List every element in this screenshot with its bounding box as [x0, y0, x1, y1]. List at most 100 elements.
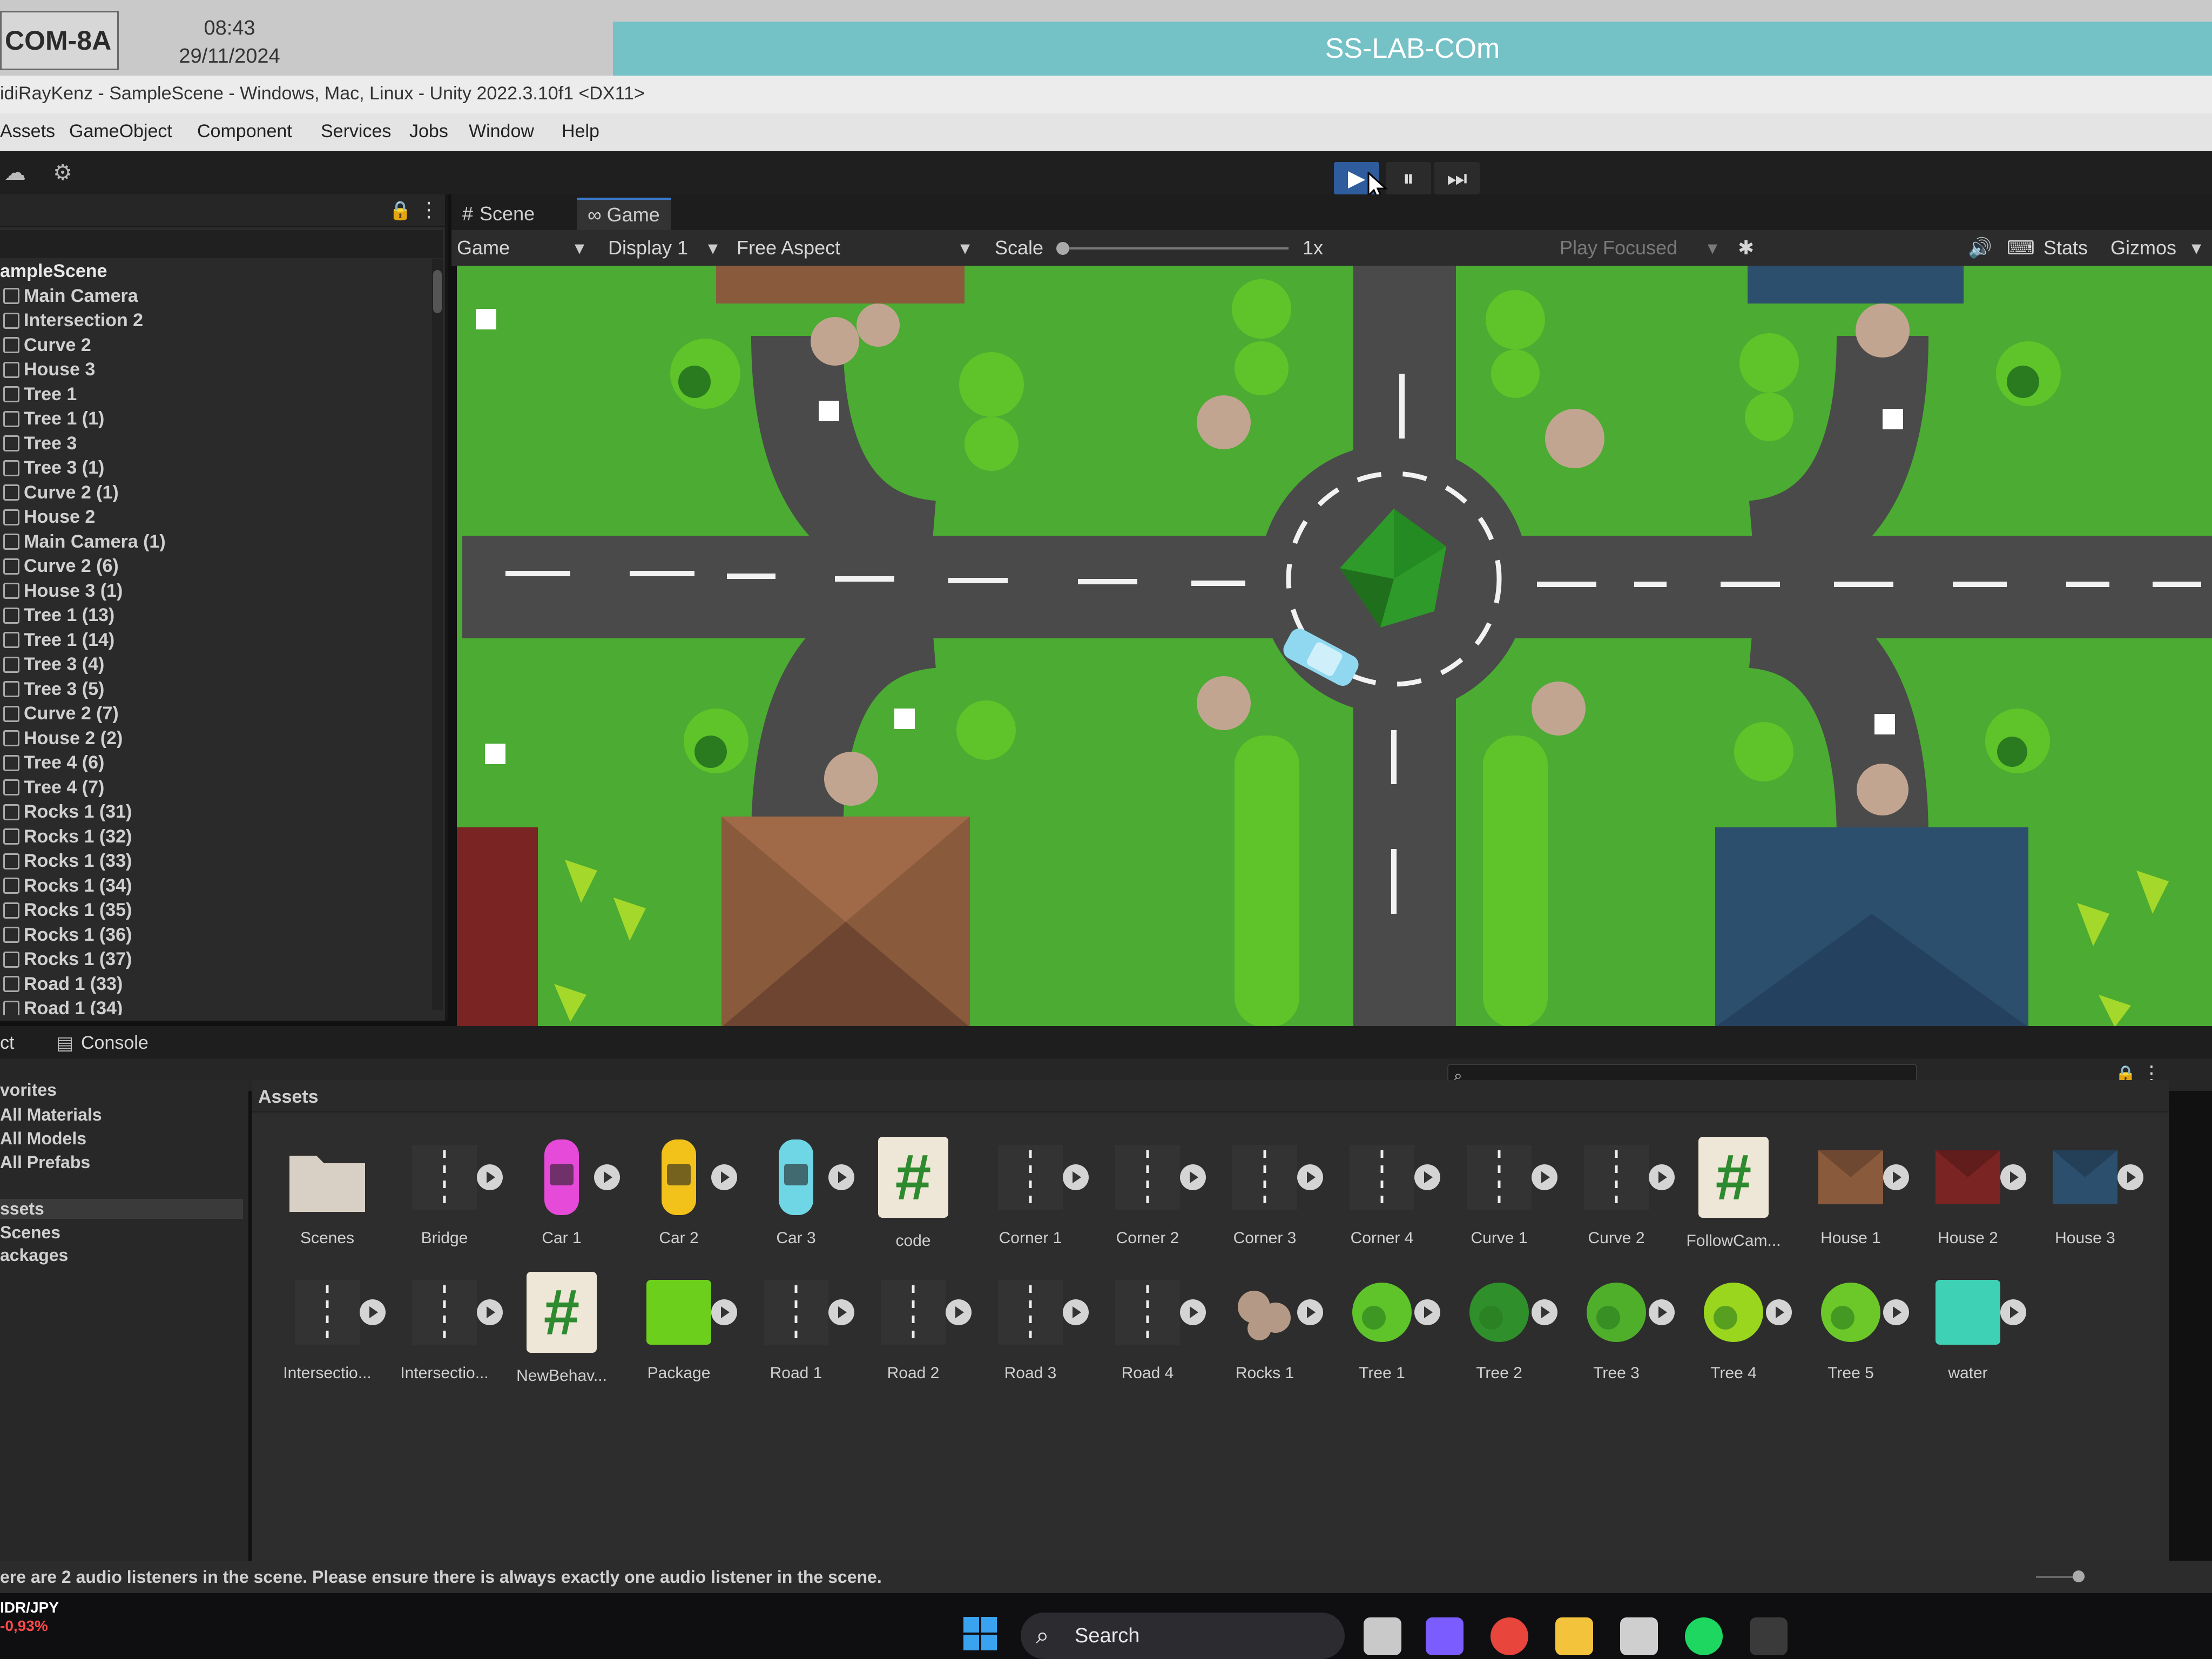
game-view[interactable] [457, 266, 2212, 1027]
menu-window[interactable]: Window [469, 121, 534, 142]
tab-project[interactable]: ct [0, 1033, 14, 1054]
view-dropdown[interactable]: Game [457, 237, 510, 259]
expand-prefab-icon[interactable] [360, 1299, 386, 1325]
expand-prefab-icon[interactable] [477, 1164, 503, 1190]
hierarchy-item[interactable]: Road 1 (34) [0, 996, 443, 1015]
asset-tile[interactable]: Tree 5 [1797, 1269, 1909, 1382]
expand-prefab-icon[interactable] [2000, 1299, 2026, 1325]
asset-tile[interactable]: Corner 1 [976, 1134, 1089, 1247]
tab-console[interactable]: Console [81, 1033, 149, 1054]
expand-prefab-icon[interactable] [1532, 1299, 1557, 1325]
keyboard-icon[interactable]: ⌨ [2007, 237, 2035, 259]
hierarchy-item[interactable]: Rocks 1 (33) [0, 849, 443, 874]
hierarchy-item[interactable]: Main Camera [0, 284, 443, 309]
asset-tile[interactable]: Curve 2 [1562, 1134, 1675, 1247]
hierarchy-item[interactable]: Rocks 1 (37) [0, 947, 443, 972]
hierarchy-item[interactable]: Intersection 2 [0, 308, 443, 333]
expand-prefab-icon[interactable] [828, 1164, 854, 1190]
expand-prefab-icon[interactable] [1883, 1299, 1909, 1325]
menu-assets[interactable]: Assets [0, 121, 55, 142]
expand-prefab-icon[interactable] [711, 1299, 737, 1325]
more-menu-icon[interactable]: ⋮ [419, 198, 439, 222]
asset-tile[interactable]: Road 2 [859, 1269, 972, 1382]
asset-tile[interactable]: Car 1 [508, 1134, 620, 1247]
asset-tile[interactable]: Tree 2 [1445, 1269, 1557, 1382]
asset-tile[interactable]: Car 3 [742, 1134, 854, 1247]
hierarchy-search-input[interactable] [0, 230, 443, 258]
folder-packages[interactable]: ackages [0, 1245, 68, 1265]
settings-icon[interactable]: ⚙ [48, 159, 78, 187]
step-button[interactable]: ⏭ [1434, 162, 1480, 194]
expand-prefab-icon[interactable] [1532, 1164, 1557, 1190]
fav-all-models[interactable]: All Models [0, 1129, 86, 1149]
hierarchy-item[interactable]: Tree 4 (7) [0, 775, 443, 800]
console-status-bar[interactable]: ere are 2 audio listeners in the scene. … [0, 1561, 2212, 1593]
asset-tile[interactable]: Intersectio... [273, 1269, 386, 1382]
expand-prefab-icon[interactable] [1063, 1299, 1089, 1325]
fav-all-prefabs[interactable]: All Prefabs [0, 1152, 90, 1172]
hierarchy-item[interactable]: Main Camera (1) [0, 530, 443, 555]
copilot-icon[interactable] [1426, 1617, 1464, 1655]
chrome-icon[interactable] [1491, 1617, 1528, 1655]
hierarchy-item[interactable]: Tree 1 (1) [0, 407, 443, 431]
hierarchy-item[interactable]: Tree 1 [0, 382, 443, 407]
lock-icon[interactable]: 🔒 [389, 200, 412, 221]
asset-tile[interactable]: Tree 4 [1680, 1269, 1792, 1382]
spotify-icon[interactable] [1685, 1617, 1723, 1655]
asset-tile[interactable]: Road 1 [742, 1269, 854, 1382]
asset-tile[interactable]: Package [625, 1269, 737, 1382]
cloud-icon[interactable]: ☁ [0, 159, 30, 187]
file-explorer-icon[interactable] [1555, 1617, 1593, 1655]
expand-prefab-icon[interactable] [477, 1299, 503, 1325]
expand-prefab-icon[interactable] [1414, 1164, 1440, 1190]
bug-icon[interactable]: ✱ [1738, 237, 1754, 259]
folder-scenes[interactable]: Scenes [0, 1223, 60, 1243]
hierarchy-item[interactable]: Rocks 1 (32) [0, 825, 443, 849]
scene-root[interactable]: ampleScene [0, 259, 443, 284]
hierarchy-item[interactable]: Tree 1 (13) [0, 603, 443, 628]
hierarchy-item[interactable]: Tree 3 [0, 431, 443, 456]
aspect-dropdown[interactable]: Free Aspect [737, 237, 840, 259]
hierarchy-item[interactable]: House 2 (2) [0, 726, 443, 751]
task-view-icon[interactable] [1364, 1617, 1401, 1655]
zoom-slider-handle[interactable] [2073, 1570, 2085, 1582]
pause-button[interactable]: ⏸ [1386, 162, 1431, 194]
unity-editor-icon[interactable] [1750, 1617, 1788, 1655]
expand-prefab-icon[interactable] [1180, 1164, 1206, 1190]
asset-tile[interactable]: Scenes [273, 1134, 381, 1247]
hierarchy-item[interactable]: House 3 (1) [0, 579, 443, 604]
menu-services[interactable]: Services [321, 121, 391, 142]
asset-tile[interactable]: Corner 3 [1211, 1134, 1323, 1247]
asset-tile[interactable]: Road 4 [1094, 1269, 1206, 1382]
hierarchy-item[interactable]: House 2 [0, 505, 443, 530]
asset-tile[interactable]: House 1 [1797, 1134, 1909, 1247]
hierarchy-item[interactable]: House 3 [0, 358, 443, 382]
expand-prefab-icon[interactable] [1297, 1299, 1323, 1325]
hierarchy-item[interactable]: Tree 4 (6) [0, 751, 443, 775]
asset-tile[interactable]: # FollowCam... [1680, 1134, 1788, 1250]
expand-prefab-icon[interactable] [1297, 1164, 1323, 1190]
unity-hub-icon[interactable] [1620, 1617, 1658, 1655]
menu-component[interactable]: Component [197, 121, 292, 142]
hierarchy-item[interactable]: Rocks 1 (34) [0, 874, 443, 899]
scale-slider[interactable] [1062, 247, 1289, 249]
asset-tile[interactable]: House 3 [2031, 1134, 2143, 1247]
menu-help[interactable]: Help [562, 121, 599, 142]
asset-tile[interactable]: Tree 1 [1328, 1269, 1440, 1382]
hierarchy-item[interactable]: Curve 2 (1) [0, 481, 443, 505]
asset-tile[interactable]: Curve 1 [1445, 1134, 1557, 1247]
menu-jobs[interactable]: Jobs [409, 121, 448, 142]
menu-gameobject[interactable]: GameObject [69, 121, 172, 142]
favorites-header[interactable]: vorites [0, 1080, 57, 1100]
expand-prefab-icon[interactable] [2000, 1164, 2026, 1190]
expand-prefab-icon[interactable] [1414, 1299, 1440, 1325]
asset-tile[interactable]: Bridge [390, 1134, 503, 1247]
asset-tile[interactable]: Corner 2 [1094, 1134, 1206, 1247]
asset-tile[interactable]: House 2 [1914, 1134, 2026, 1247]
hierarchy-item[interactable]: Rocks 1 (31) [0, 800, 443, 825]
expand-prefab-icon[interactable] [2117, 1164, 2143, 1190]
hierarchy-item[interactable]: Tree 1 (14) [0, 628, 443, 653]
gizmos-button[interactable]: Gizmos [2110, 237, 2176, 259]
hierarchy-item[interactable]: Curve 2 (7) [0, 702, 443, 726]
expand-prefab-icon[interactable] [946, 1299, 972, 1325]
